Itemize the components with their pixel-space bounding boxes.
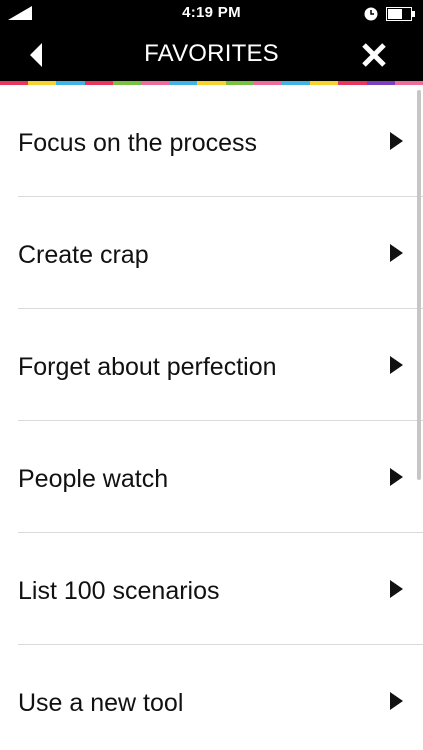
list-item-label: List 100 scenarios — [18, 577, 220, 605]
chevron-right-icon — [390, 580, 403, 598]
chevron-right-icon — [390, 132, 403, 150]
favorites-list: Focus on the process Create crap Forget … — [0, 85, 423, 750]
list-item-label: People watch — [18, 465, 169, 493]
chevron-right-icon — [390, 692, 403, 710]
list-item-label: Create crap — [18, 241, 149, 269]
status-time: 4:19 PM — [182, 4, 241, 21]
list-item[interactable]: People watch — [0, 421, 423, 533]
battery-icon — [386, 7, 415, 21]
list-item[interactable]: List 100 scenarios — [0, 533, 423, 645]
list-item[interactable]: Use a new tool — [0, 645, 423, 750]
chevron-right-icon — [390, 356, 403, 374]
close-icon — [362, 43, 386, 67]
scrollbar[interactable] — [417, 90, 421, 480]
chevron-right-icon — [390, 468, 403, 486]
list-item-label: Focus on the process — [18, 129, 258, 157]
list-item[interactable]: Forget about perfection — [0, 309, 423, 421]
list-item[interactable]: Create crap — [0, 197, 423, 309]
chevron-right-icon — [390, 244, 403, 262]
list-item[interactable]: Focus on the process — [0, 85, 423, 197]
list-item-label: Forget about perfection — [18, 353, 277, 381]
status-bar: 4:19 PM — [0, 0, 423, 28]
navigation-bar: FAVORITES — [0, 28, 423, 81]
list-item-label: Use a new tool — [18, 689, 184, 717]
clock-icon — [364, 7, 378, 21]
close-button[interactable] — [356, 37, 392, 73]
